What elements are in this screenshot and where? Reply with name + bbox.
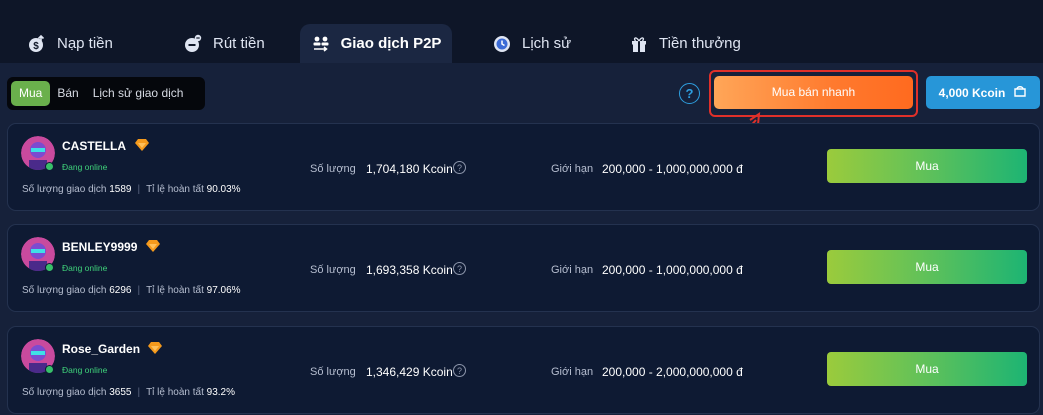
diamond-icon xyxy=(146,240,160,252)
trader-card: CASTELLA Đang online Số lượng giao dịch … xyxy=(7,123,1040,211)
limit-label: Giới hạn xyxy=(551,163,594,175)
quantity-value: 1,346,429 Kcoin xyxy=(366,365,453,379)
limit-value: 200,000 - 1,000,000,000 đ xyxy=(602,263,743,277)
online-status: Đang online xyxy=(62,263,108,273)
trade-count: 3655 xyxy=(109,387,132,398)
tab-label: Lịch sử xyxy=(522,35,572,52)
trade-count: 1589 xyxy=(109,184,132,195)
limit-value: 200,000 - 2,000,000,000 đ xyxy=(602,365,743,379)
quantity-value: 1,704,180 Kcoin xyxy=(366,162,453,176)
online-status: Đang online xyxy=(62,162,108,172)
tab-label: Rút tiền xyxy=(213,35,265,52)
help-icon[interactable]: ? xyxy=(453,161,466,174)
trader-stats: Số lượng giao dịch 3655 | Tỉ lệ hoàn tất 9… xyxy=(22,387,236,398)
buy-button[interactable]: Mua xyxy=(827,352,1027,386)
svg-text:$: $ xyxy=(33,41,39,52)
wallet-icon xyxy=(1013,84,1027,101)
p2p-icon xyxy=(311,34,331,54)
tab-label: Giao dịch P2P xyxy=(340,35,442,52)
balance-button[interactable]: 4,000 Kcoin xyxy=(926,76,1040,109)
segment-history[interactable]: Lịch sử giao dịch xyxy=(86,81,191,106)
quick-trade-button[interactable]: Mua bán nhanh xyxy=(714,76,913,109)
online-indicator xyxy=(45,365,54,374)
tab-history[interactable]: Lịch sử xyxy=(492,24,571,63)
quantity-label: Số lượng xyxy=(310,163,356,175)
online-indicator xyxy=(45,263,54,272)
gift-icon xyxy=(629,34,649,54)
history-icon xyxy=(492,34,512,54)
trader-name: Rose_Garden xyxy=(62,342,141,356)
quantity-value: 1,693,358 Kcoin xyxy=(366,263,453,277)
trader-card: BENLEY9999 Đang online Số lượng giao dịc… xyxy=(7,224,1040,312)
deposit-icon: $ xyxy=(27,34,47,54)
help-icon[interactable]: ? xyxy=(453,364,466,377)
diamond-icon xyxy=(135,139,149,151)
balance-label: 4,000 Kcoin xyxy=(938,85,1006,100)
limit-value: 200,000 - 1,000,000,000 đ xyxy=(602,162,743,176)
trade-count: 6296 xyxy=(109,285,132,296)
withdraw-icon xyxy=(183,34,203,54)
trader-card: Rose_Garden Đang online Số lượng giao dị… xyxy=(7,326,1040,414)
trade-type-segment: Mua Bán Lịch sử giao dịch xyxy=(7,77,205,110)
buy-button[interactable]: Mua xyxy=(827,250,1027,284)
online-status: Đang online xyxy=(62,365,108,375)
online-indicator xyxy=(45,162,54,171)
tab-label: Nạp tiền xyxy=(57,35,113,52)
segment-buy[interactable]: Mua xyxy=(11,81,51,106)
tab-label: Tiền thưởng xyxy=(659,35,741,52)
quantity-label: Số lượng xyxy=(310,264,356,276)
trader-stats: Số lượng giao dịch 6296 | Tỉ lệ hoàn tất 9… xyxy=(22,285,241,296)
tab-deposit[interactable]: $ Nạp tiền xyxy=(27,24,113,63)
trader-name: CASTELLA xyxy=(62,139,126,153)
tab-rewards[interactable]: Tiền thưởng xyxy=(629,24,741,63)
tab-withdraw[interactable]: Rút tiền xyxy=(183,24,265,63)
top-tab-bar: $ Nạp tiền Rút tiền Giao dịch P2P Lịch s… xyxy=(0,0,1043,63)
limit-label: Giới hạn xyxy=(551,264,594,276)
completion-rate: 90.03% xyxy=(206,184,241,195)
limit-label: Giới hạn xyxy=(551,366,594,378)
help-icon[interactable]: ? xyxy=(679,83,700,104)
completion-rate: 97.06% xyxy=(206,285,241,296)
trader-stats: Số lượng giao dịch 1589 | Tỉ lệ hoàn tất 9… xyxy=(22,184,241,195)
segment-sell[interactable]: Bán xyxy=(50,81,85,106)
help-icon[interactable]: ? xyxy=(453,262,466,275)
tab-p2p[interactable]: Giao dịch P2P xyxy=(300,24,452,63)
trader-name: BENLEY9999 xyxy=(62,240,138,254)
buy-button[interactable]: Mua xyxy=(827,149,1027,183)
quantity-label: Số lượng xyxy=(310,366,356,378)
completion-rate: 93.2% xyxy=(206,387,236,398)
diamond-icon xyxy=(148,342,162,354)
